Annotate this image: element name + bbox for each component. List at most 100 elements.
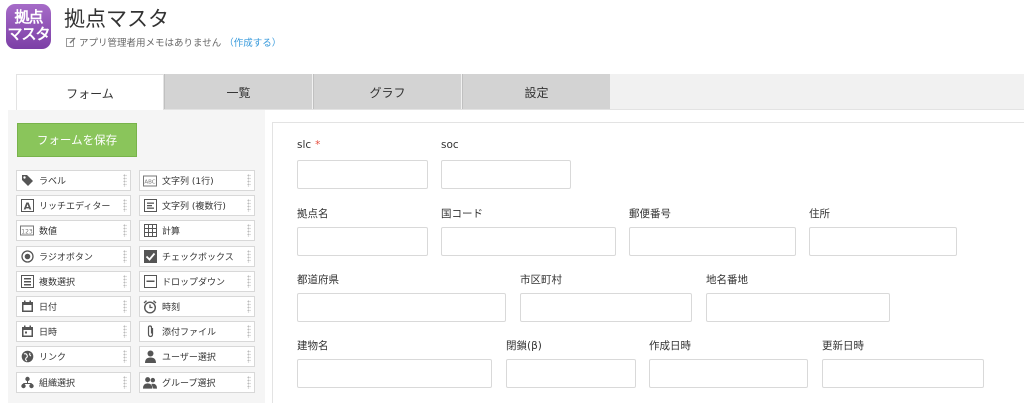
palette-item-label: ラジオボタン [39, 253, 93, 263]
drag-handle-icon[interactable] [123, 250, 127, 263]
memo-text: アプリ管理者用メモはありません [79, 38, 222, 49]
form-field-input[interactable] [297, 160, 428, 189]
field-label: slc * [297, 139, 320, 151]
palette-item-label: 日時 [39, 328, 58, 338]
form-field-input[interactable] [822, 359, 984, 388]
palette-item[interactable]: チェックボックス [139, 246, 255, 267]
palette-item[interactable]: リンク [16, 346, 131, 367]
field-label-text: 地名番地 [706, 274, 748, 286]
drag-handle-icon[interactable] [247, 350, 251, 363]
palette-item[interactable]: ドロップダウン [139, 271, 255, 292]
palette-item[interactable]: ラジオボタン [16, 246, 131, 267]
form-field-input[interactable] [441, 160, 571, 189]
drag-handle-icon[interactable] [247, 275, 251, 288]
tag-icon [20, 174, 34, 188]
palette-item[interactable]: 組織選択 [16, 372, 131, 393]
field-label: 更新日時 [822, 338, 864, 353]
form-field-input[interactable] [520, 293, 692, 322]
form-field-input[interactable] [629, 227, 796, 256]
palette-item[interactable]: 添付ファイル [139, 321, 255, 342]
field-label: 国コード [441, 206, 483, 221]
drag-handle-icon[interactable] [247, 300, 251, 313]
drag-handle-icon[interactable] [123, 275, 127, 288]
tab-graph[interactable]: グラフ [313, 74, 461, 110]
multi-select-icon [20, 275, 34, 289]
palette-item-label: グループ選択 [162, 379, 216, 389]
number-icon: 123 [20, 224, 34, 238]
palette-item[interactable]: グループ選択 [139, 372, 255, 393]
palette-item[interactable]: A リッチエディター [16, 195, 131, 216]
drag-handle-icon[interactable] [123, 199, 127, 212]
app-memo: アプリ管理者用メモはありません （作成する） [66, 35, 281, 49]
app-icon-line2: マスタ [7, 25, 50, 43]
palette-item[interactable]: 計算 [139, 220, 255, 241]
palette-item[interactable]: ABC 文字列 (1行) [139, 170, 255, 191]
tab-form[interactable]: フォーム [16, 74, 164, 111]
org-icon [20, 376, 34, 390]
palette-item-label: 数値 [39, 227, 58, 237]
palette-item-label: 複数選択 [39, 278, 76, 288]
required-mark: * [315, 139, 321, 151]
palette-item-label: リンク [39, 353, 67, 363]
field-label: soc [441, 139, 459, 151]
field-label: 作成日時 [649, 338, 691, 353]
field-label: 地名番地 [706, 272, 748, 287]
drag-handle-icon[interactable] [123, 300, 127, 313]
tab-list[interactable]: 一覧 [164, 74, 312, 110]
drag-handle-icon[interactable] [123, 350, 127, 363]
drag-handle-icon[interactable] [123, 224, 127, 237]
field-label: 住所 [809, 206, 830, 221]
palette-item[interactable]: 時刻 [139, 296, 255, 317]
palette-item[interactable]: ユーザー選択 [139, 346, 255, 367]
drag-handle-icon[interactable] [247, 376, 251, 389]
field-label: 閉鎖(β) [506, 338, 542, 353]
form-field-input[interactable] [297, 227, 428, 256]
svg-text:ABC: ABC [144, 179, 155, 185]
drag-handle-icon[interactable] [247, 250, 251, 263]
field-label-text: 拠点名 [297, 208, 329, 220]
field-label: 市区町村 [520, 272, 562, 287]
checkbox-icon [143, 250, 157, 264]
multi-line-text-icon [143, 199, 157, 213]
form-field-input[interactable] [809, 227, 957, 256]
palette-item-label: 文字列 (1行) [162, 177, 214, 187]
palette-item-label: 計算 [162, 227, 181, 237]
palette-item-label: 文字列 (複数行) [162, 202, 226, 212]
field-label: 郵便番号 [629, 206, 671, 221]
palette-item[interactable]: 123 数値 [16, 220, 131, 241]
field-label-text: 作成日時 [649, 340, 691, 352]
form-field-input[interactable] [441, 227, 616, 256]
palette-item[interactable]: 日時 [16, 321, 131, 342]
palette-item-label: 日付 [39, 303, 58, 313]
form-field-input[interactable] [506, 359, 636, 388]
palette-item[interactable]: 日付 [16, 296, 131, 317]
palette-item[interactable]: 複数選択 [16, 271, 131, 292]
field-label-text: 国コード [441, 208, 483, 220]
drag-handle-icon[interactable] [247, 199, 251, 212]
datetime-icon [20, 325, 34, 339]
form-field-input[interactable] [297, 359, 492, 388]
form-field-input[interactable] [706, 293, 890, 322]
field-label-text: 更新日時 [822, 340, 864, 352]
drag-handle-icon[interactable] [123, 376, 127, 389]
palette-item-label: 時刻 [162, 303, 181, 313]
drag-handle-icon[interactable] [247, 174, 251, 187]
link-globe-icon [20, 350, 34, 364]
drag-handle-icon[interactable] [123, 325, 127, 338]
drag-handle-icon[interactable] [247, 325, 251, 338]
create-memo-link[interactable]: （作成する） [224, 35, 281, 49]
tab-settings[interactable]: 設定 [462, 74, 610, 110]
palette-item-label: チェックボックス [162, 253, 234, 263]
field-label-text: soc [441, 139, 459, 151]
save-form-button[interactable]: フォームを保存 [17, 123, 137, 157]
drag-handle-icon[interactable] [123, 174, 127, 187]
app-icon: 拠点 マスタ [6, 4, 51, 49]
dropdown-icon [143, 275, 157, 289]
form-field-input[interactable] [297, 293, 506, 322]
form-field-input[interactable] [649, 359, 808, 388]
palette-item-label: 組織選択 [39, 379, 76, 389]
date-icon [20, 300, 34, 314]
palette-item[interactable]: 文字列 (複数行) [139, 195, 255, 216]
palette-item[interactable]: ラベル [16, 170, 131, 191]
drag-handle-icon[interactable] [247, 224, 251, 237]
